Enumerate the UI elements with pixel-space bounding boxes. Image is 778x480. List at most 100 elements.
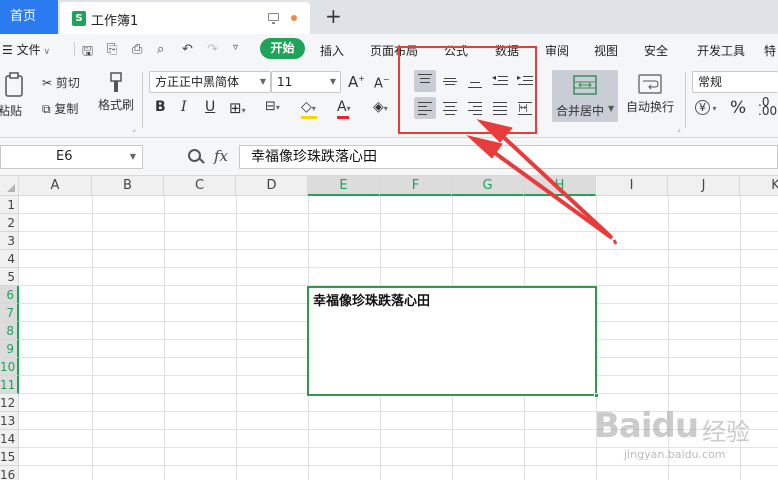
underline-icon[interactable]: U [205,99,215,119]
zoom-icon[interactable] [188,149,201,162]
font-color-icon[interactable]: A ▾ [337,99,351,119]
monitor-icon[interactable] [268,13,279,24]
currency-format-button[interactable]: ¥ ▾ [695,100,717,115]
redo-icon[interactable]: ↷ [207,42,218,57]
borders-icon[interactable]: ⊞▾ [229,99,246,119]
row-header-1[interactable]: 1 [0,196,19,214]
print-preview-icon[interactable]: ⌕ [157,42,164,57]
row-header-5[interactable]: 5 [0,268,19,286]
save-icon[interactable]: 🖫 [82,42,93,64]
row-header-13[interactable]: 13 [0,412,19,430]
currency-icon: ¥ [695,100,710,115]
column-header-j[interactable]: J [668,176,740,196]
print-icon[interactable]: ⎙ [132,42,142,57]
chevron-down-icon: ▼ [329,77,336,86]
number-format-value: 常规 [698,75,723,89]
undo-icon[interactable]: ↶ [182,42,193,57]
column-header-d[interactable]: D [236,176,308,196]
chevron-down-icon: ▼ [259,77,266,86]
increase-font-icon[interactable]: A+ [348,73,365,91]
name-box[interactable]: E6 ▼ [0,145,143,169]
wrap-text-label: 自动换行 [625,100,674,114]
menu-tab-developer[interactable]: 开发工具 [697,42,745,59]
row-header-12[interactable]: 12 [0,394,19,412]
row-header-2[interactable]: 2 [0,214,19,232]
row-header-6[interactable]: 6 [0,286,19,304]
tab-home[interactable]: 首页 [0,0,58,34]
scissors-icon: ✂ [42,76,56,90]
column-header-k[interactable]: K [740,176,778,196]
decrease-font-icon[interactable]: A− [374,75,390,91]
merged-cell-e6[interactable]: 幸福像珍珠跌落心田 [307,286,599,398]
row-header-3[interactable]: 3 [0,232,19,250]
customize-icon[interactable]: ▿ [233,42,238,53]
menu-tab-insert[interactable]: 插入 [320,42,344,59]
bold-icon[interactable]: B [155,99,166,119]
italic-icon[interactable]: I [181,99,187,119]
chevron-down-icon: ∨ [40,47,51,57]
row-header-8[interactable]: 8 [0,322,19,340]
row-header-14[interactable]: 14 [0,430,19,448]
chevron-down-icon: ▼ [129,152,136,161]
gridline [19,249,778,250]
clipboard-launcher-icon[interactable]: ⌟ [132,124,136,133]
row-header-9[interactable]: 9 [0,340,19,358]
number-format-select[interactable]: 常规 [692,71,778,93]
gridline [19,231,778,232]
hamburger-icon: ☰ [2,43,17,57]
copy-label: 复制 [54,102,79,116]
gridline [19,267,778,268]
paste-icon [5,72,23,97]
eraser-icon[interactable]: ◈▾ [373,99,388,119]
column-header-a[interactable]: A [19,176,92,196]
decimal-places-icon[interactable]: .0.00 [758,96,777,117]
format-painter-button[interactable]: 格式刷 [96,72,136,113]
paintbrush-icon [110,72,122,92]
copy-icon: ⧉ [42,102,55,116]
row-header-16[interactable]: 16 [0,466,19,480]
menu-tab-special[interactable]: 特 [764,42,776,59]
export-icon[interactable]: ⎘ [107,42,117,57]
menu-tab-security[interactable]: 安全 [644,42,668,59]
fx-icon[interactable]: fx [214,147,228,165]
paste-button[interactable]: 粘贴 [0,72,34,118]
column-header-e[interactable]: E [308,176,380,196]
fill-color-icon[interactable]: ◇ ▾ [301,99,317,119]
unsaved-dot-icon [291,15,297,21]
merge-styles-icon[interactable]: ⊟▾ [265,99,280,119]
row-header-10[interactable]: 10 [0,358,19,376]
merge-center-button[interactable]: 合并居中 ▼ [552,70,618,122]
alignment-launcher-icon[interactable]: ⌟ [677,124,681,133]
file-menu[interactable]: ☰ 文件 ∨ [2,41,50,58]
row-header-7[interactable]: 7 [0,304,19,322]
tab-bar: 首页 S 工作簿1 + [0,0,778,34]
menu-tab-home[interactable]: 开始 [260,38,305,59]
percent-icon[interactable]: % [730,98,746,118]
row-header-15[interactable]: 15 [0,448,19,466]
menu-tab-view[interactable]: 视图 [594,42,618,59]
chevron-down-icon: ▼ [608,104,615,113]
select-all-corner[interactable] [0,176,19,196]
paste-label: 粘贴 [0,104,23,118]
column-header-h[interactable]: H [524,176,596,196]
font-name-select[interactable]: 方正正中黑简体 ▼ [149,71,271,93]
document-title: 工作簿1 [91,14,139,29]
row-header-11[interactable]: 11 [0,376,19,394]
column-header-c[interactable]: C [164,176,236,196]
copy-button[interactable]: ⧉ 复制 [42,100,78,117]
column-header-g[interactable]: G [452,176,524,196]
row-header-4[interactable]: 4 [0,250,19,268]
column-header-b[interactable]: B [92,176,164,196]
cell-reference: E6 [56,149,73,164]
column-header-i[interactable]: I [596,176,668,196]
cut-button[interactable]: ✂ 剪切 [42,74,80,91]
merge-center-label: 合并居中 [556,104,605,118]
formula-input[interactable]: 幸福像珍珠跌落心田 [239,145,778,169]
new-tab-button[interactable]: + [325,4,342,28]
tab-workbook[interactable]: S 工作簿1 [60,2,310,34]
menu-tab-review[interactable]: 审阅 [545,42,569,59]
column-header-f[interactable]: F [380,176,452,196]
font-size-select[interactable]: 11 ▼ [271,71,341,93]
wrap-text-icon [638,74,662,94]
wrap-text-button[interactable]: 自动换行 [624,74,676,115]
